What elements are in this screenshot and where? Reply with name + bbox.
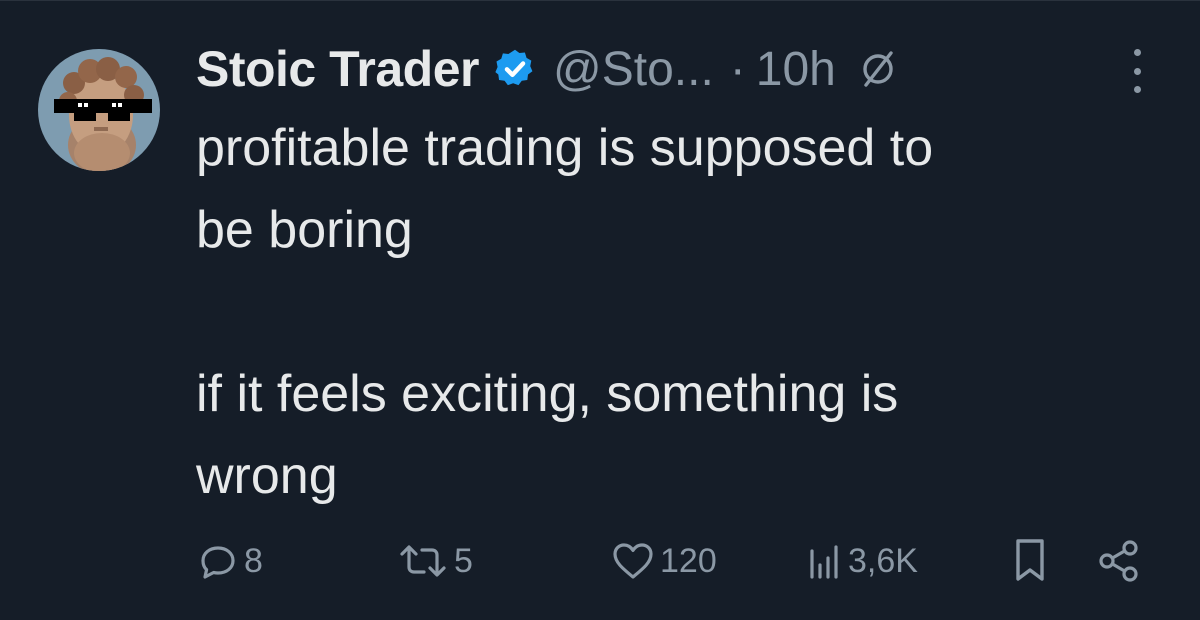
views-button[interactable]: 3,6K [804,533,918,589]
more-dot [1133,86,1141,93]
repost-button[interactable]: 5 [396,533,473,589]
avatar[interactable] [38,49,160,171]
repost-icon [396,539,450,583]
tweet-text-line: be boring [196,201,413,259]
tweet-text-line: if it feels exciting, something is [196,365,899,423]
heart-icon [610,539,656,583]
tweet-card: Stoic Trader @Sto... · 10h profitable tr… [0,0,1200,620]
globe-icon [858,49,898,89]
author-handle[interactable]: @Sto... [553,42,714,97]
author-name[interactable]: Stoic Trader [196,40,480,98]
bookmark-icon [1010,536,1050,586]
header-separator: · [729,42,746,96]
like-count: 120 [660,541,717,580]
more-dot [1133,67,1141,75]
reply-icon [196,539,240,583]
repost-count: 5 [454,541,473,580]
reply-count: 8 [244,541,263,580]
tweet-body: profitable trading is supposed to be bor… [196,107,1156,517]
views-chart-icon [804,539,844,583]
more-dots-icon[interactable] [1122,49,1152,93]
bookmark-button[interactable] [1010,533,1050,589]
avatar-image [38,49,160,171]
tweet-header: Stoic Trader @Sto... · 10h [196,37,898,101]
tweet-time[interactable]: 10h [756,42,836,97]
share-button[interactable] [1096,533,1142,589]
tweet-text-line: profitable trading is supposed to [196,119,934,177]
more-dot [1133,49,1141,56]
views-count: 3,6K [848,541,918,580]
verified-badge-icon [493,47,537,91]
tweet-actions: 8 5 120 3,6K [196,533,1156,589]
reply-button[interactable]: 8 [196,533,263,589]
tweet-text-line: wrong [196,447,338,505]
share-icon [1096,538,1142,584]
like-button[interactable]: 120 [610,533,717,589]
